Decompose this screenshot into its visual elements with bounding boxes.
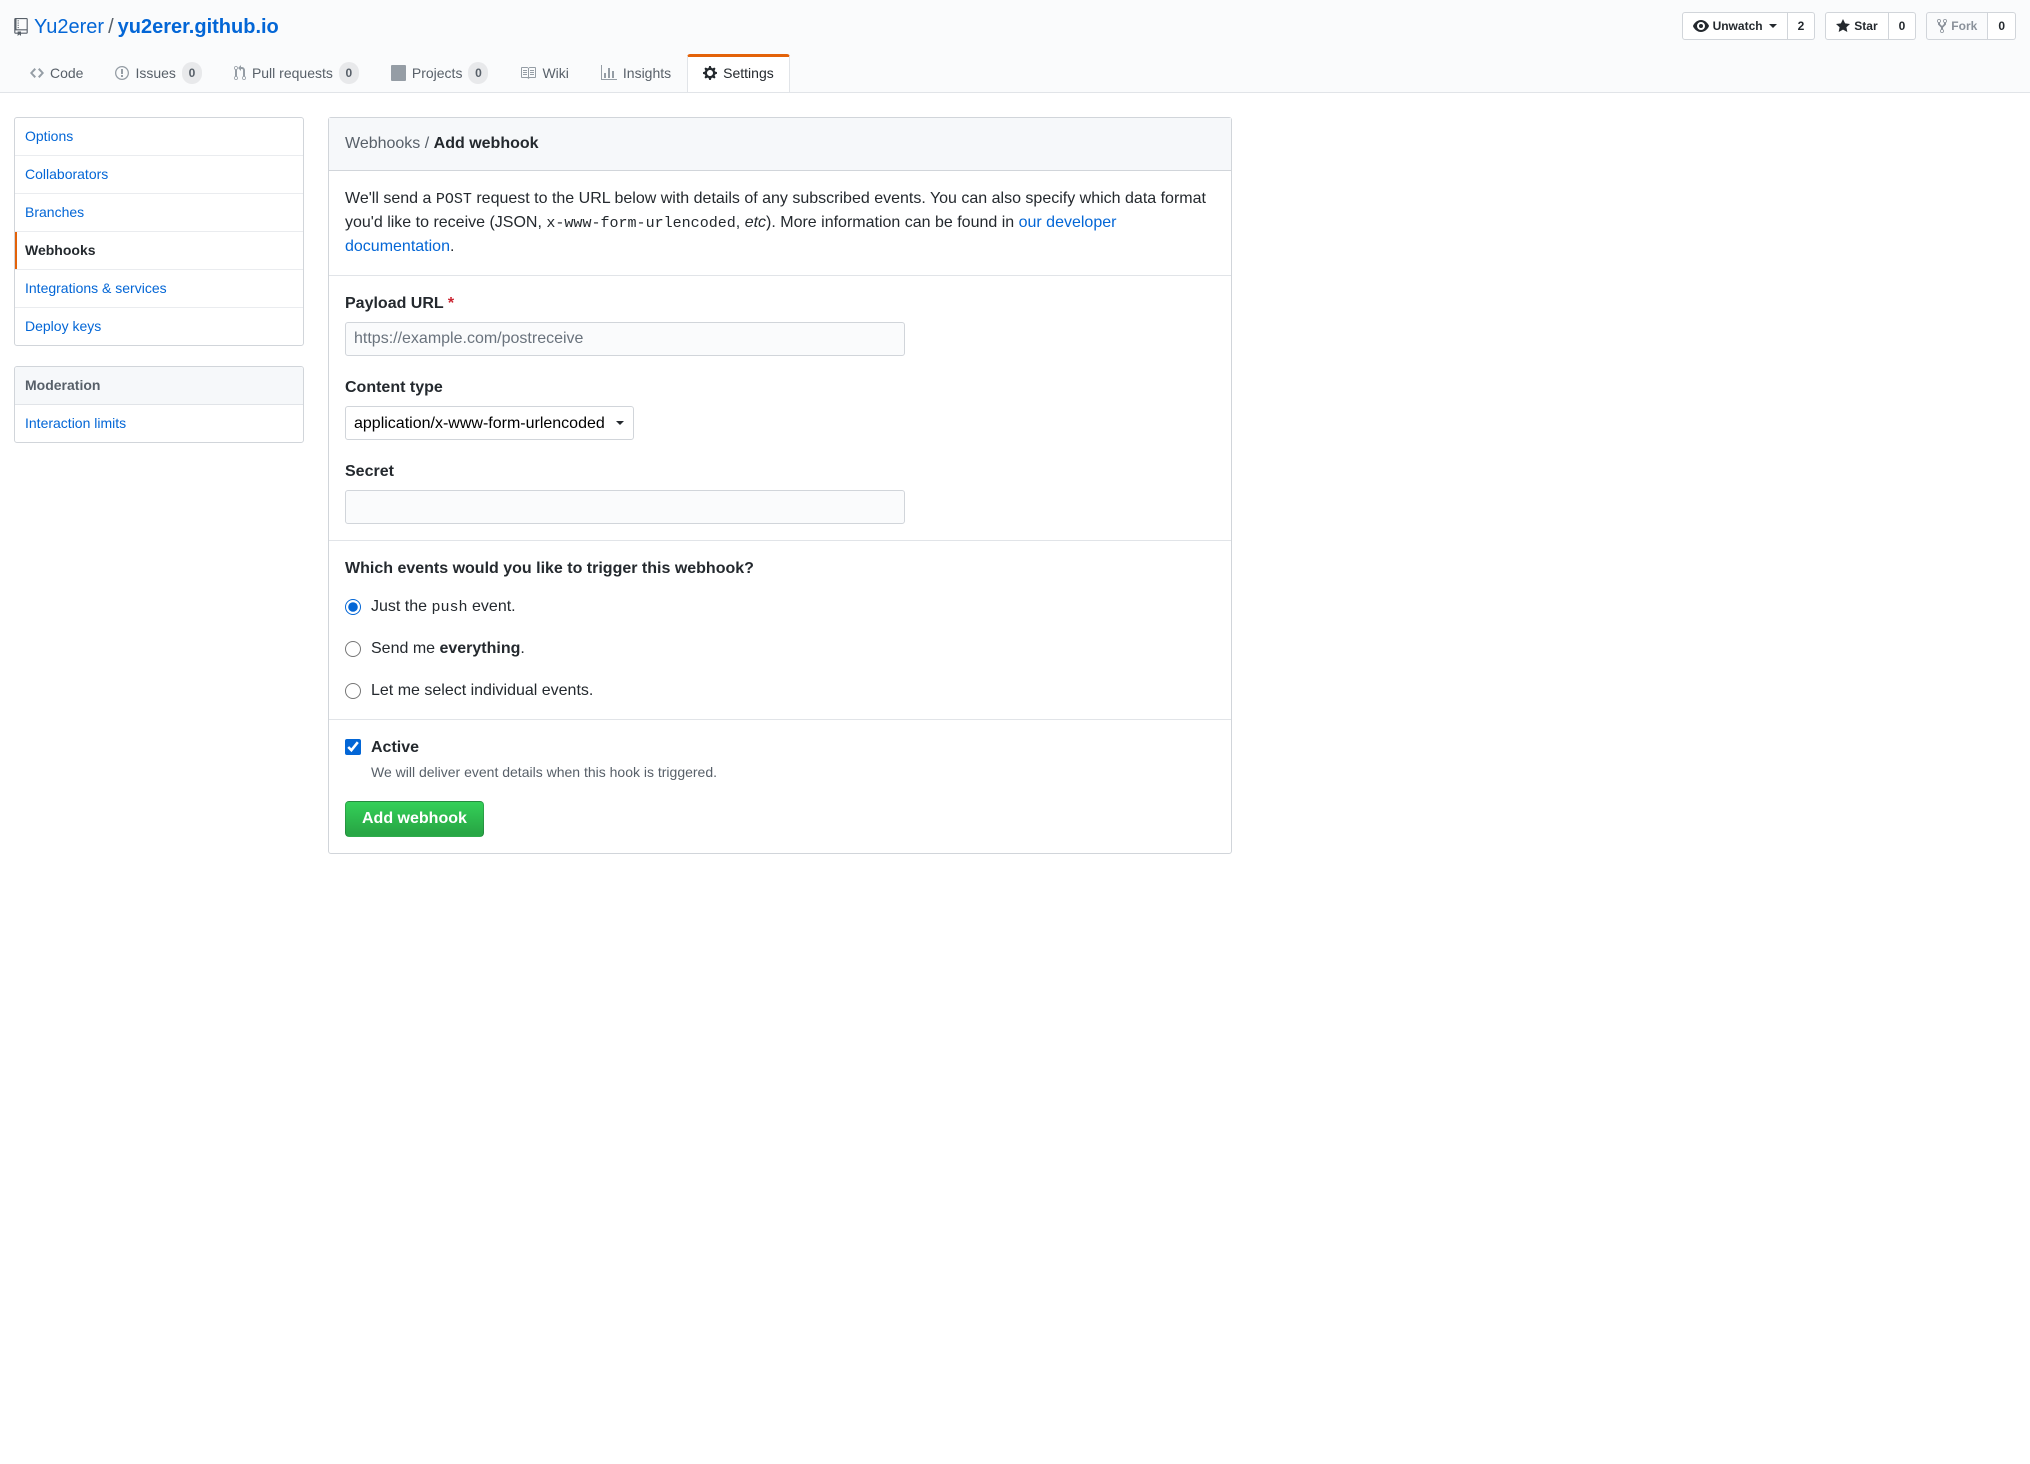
stargazers-count[interactable]: 0: [1889, 12, 1917, 40]
sidebar-item-branches[interactable]: Branches: [15, 194, 303, 232]
active-label: Active: [371, 739, 419, 756]
event-option-individual[interactable]: Let me select individual events.: [345, 679, 1215, 703]
unwatch-button[interactable]: Unwatch: [1682, 12, 1788, 40]
moderation-heading: Moderation: [15, 367, 303, 405]
graph-icon: [601, 65, 617, 81]
issues-count: 0: [182, 62, 202, 84]
active-checkbox[interactable]: [345, 739, 361, 755]
tab-code[interactable]: Code: [14, 54, 99, 92]
repo-icon: [14, 18, 28, 36]
repo-nav: Code Issues 0 Pull requests 0 Projects 0…: [14, 54, 2016, 92]
sidebar-item-options[interactable]: Options: [15, 118, 303, 156]
star-icon: [1836, 18, 1850, 34]
watchers-count[interactable]: 2: [1788, 12, 1816, 40]
fork-button[interactable]: Fork: [1926, 12, 1988, 40]
code-icon: [30, 65, 44, 81]
sidebar-item-deploy-keys[interactable]: Deploy keys: [15, 308, 303, 345]
active-note: We will deliver event details when this …: [371, 762, 717, 783]
tab-insights[interactable]: Insights: [585, 54, 687, 92]
add-webhook-button[interactable]: Add webhook: [345, 801, 484, 837]
pulls-count: 0: [339, 62, 359, 84]
events-heading: Which events would you like to trigger t…: [345, 557, 1215, 581]
payload-url-input[interactable]: [345, 322, 905, 356]
breadcrumb: Webhooks / Add webhook: [329, 118, 1231, 171]
gear-icon: [703, 65, 717, 81]
event-radio-everything[interactable]: [345, 641, 361, 657]
book-icon: [520, 65, 536, 81]
intro-text: We'll send a POST request to the URL bel…: [345, 187, 1215, 259]
sidebar-item-webhooks[interactable]: Webhooks: [15, 232, 303, 270]
breadcrumb-current: Add webhook: [434, 135, 539, 152]
content-type-select[interactable]: application/x-www-form-urlencoded: [345, 406, 634, 440]
active-checkbox-row[interactable]: Active We will deliver event details whe…: [345, 736, 1215, 783]
issue-icon: [115, 65, 129, 81]
settings-sidebar: Options Collaborators Branches Webhooks …: [14, 117, 304, 346]
eye-icon: [1693, 18, 1709, 34]
tab-issues[interactable]: Issues 0: [99, 54, 217, 92]
tab-settings[interactable]: Settings: [687, 54, 790, 92]
pull-request-icon: [234, 65, 246, 81]
sidebar-item-collaborators[interactable]: Collaborators: [15, 156, 303, 194]
event-radio-push[interactable]: [345, 599, 361, 615]
project-icon: [391, 65, 406, 81]
repo-title: Yu2erer / yu2erer.github.io: [14, 12, 279, 42]
tab-wiki[interactable]: Wiki: [504, 54, 584, 92]
content-type-label: Content type: [345, 376, 1215, 400]
event-radio-individual[interactable]: [345, 683, 361, 699]
repo-owner-link[interactable]: Yu2erer: [34, 12, 104, 42]
star-button[interactable]: Star: [1825, 12, 1888, 40]
forks-count[interactable]: 0: [1988, 12, 2016, 40]
projects-count: 0: [468, 62, 488, 84]
breadcrumb-webhooks-link[interactable]: Webhooks: [345, 135, 420, 152]
event-option-everything[interactable]: Send me everything.: [345, 637, 1215, 661]
repo-name-link[interactable]: yu2erer.github.io: [118, 12, 279, 42]
secret-label: Secret: [345, 460, 1215, 484]
tab-projects[interactable]: Projects 0: [375, 54, 505, 92]
fork-icon: [1937, 18, 1947, 34]
sidebar-item-interaction-limits[interactable]: Interaction limits: [15, 405, 303, 442]
event-option-push[interactable]: Just the push event.: [345, 595, 1215, 619]
sidebar-item-integrations[interactable]: Integrations & services: [15, 270, 303, 308]
moderation-sidebar: Moderation Interaction limits: [14, 366, 304, 443]
caret-down-icon: [1769, 24, 1777, 28]
payload-url-label: Payload URL *: [345, 292, 1215, 316]
tab-pulls[interactable]: Pull requests 0: [218, 54, 375, 92]
secret-input[interactable]: [345, 490, 905, 524]
